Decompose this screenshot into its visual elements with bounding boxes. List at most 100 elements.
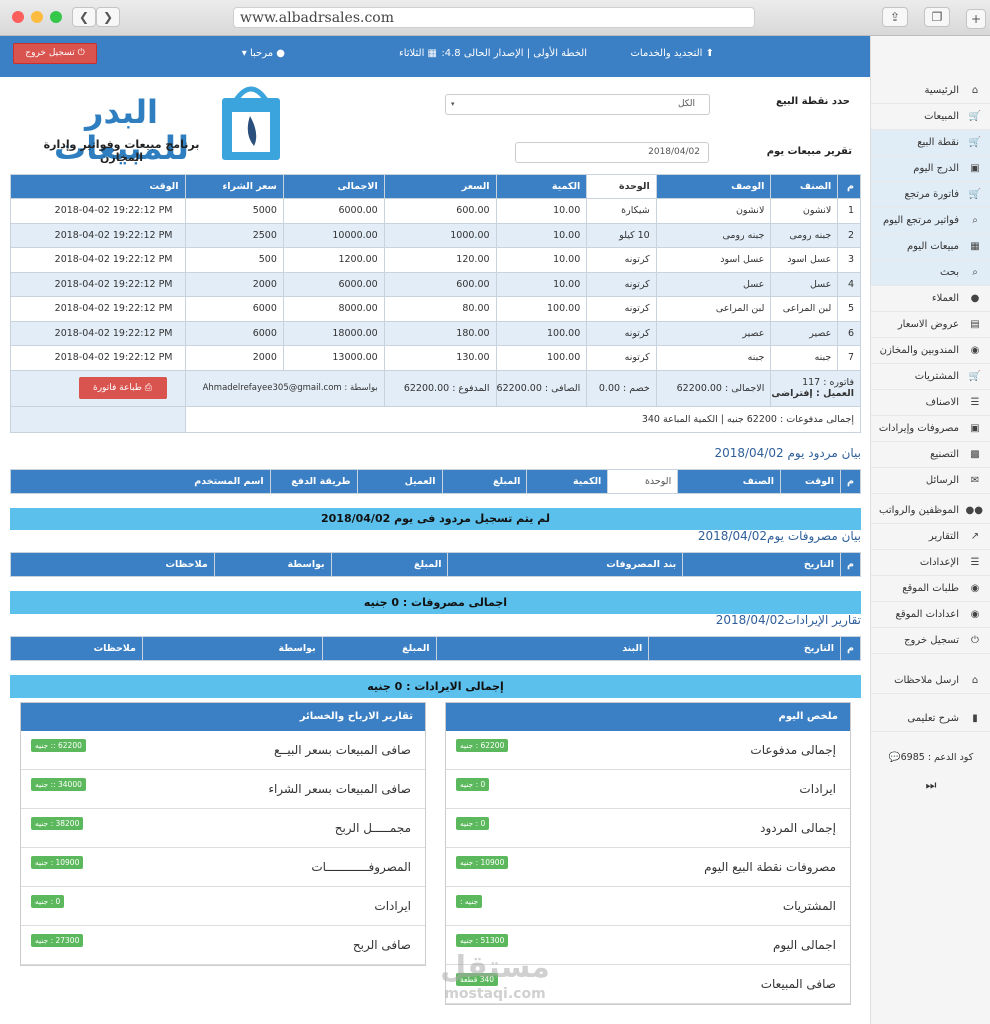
list-icon: ☰	[970, 397, 980, 408]
collapse-sidebar-icon[interactable]: ⏭	[871, 778, 990, 793]
address-bar[interactable]: www.albadrsales.com	[233, 7, 755, 28]
expenses-header-cell: بند المصروفات	[447, 552, 684, 577]
table-row: 2 جبنه رومى جبنه رومى 10 كيلو 10.00 1000.00 10…	[10, 222, 861, 248]
top-navbar: ⬆ التجديد والخدمات الخطة الأولى | الإصدا…	[0, 36, 870, 77]
expenses-title: بيان مصروفات يوم2018/04/02	[697, 529, 861, 543]
value-badge: جنيه :	[456, 895, 483, 908]
sidebar-item[interactable]: ⌂ الرئيسية	[871, 78, 990, 104]
home-icon: ⌂	[971, 85, 979, 96]
returns-header-cell: اسم المستخدم	[10, 469, 271, 494]
logout-button[interactable]: ⏻ تسجيل خروج	[13, 43, 97, 64]
sidebar-item[interactable]: ▣ مصروفات وإيرادات	[871, 416, 990, 442]
sidebar-item-label: الرئيسية	[924, 85, 959, 96]
sidebar-item[interactable]: 🛒 المبيعات	[871, 104, 990, 130]
table-cell: 10.00	[495, 247, 588, 273]
maximize-window-icon[interactable]	[50, 11, 62, 23]
value-badge: 10900 : جنيه	[456, 856, 509, 869]
sidebar-item[interactable]: ▩ التصنيع	[871, 442, 990, 468]
select-arrow-icon: ▾	[451, 100, 455, 108]
row-label: إجمالى مدفوعات	[750, 743, 836, 757]
book-icon: ▮	[972, 713, 978, 724]
revenues-header-cell: البند	[435, 636, 650, 661]
globe-icon: ◉	[970, 609, 980, 620]
table-cell: عسل	[770, 271, 839, 297]
forward-button[interactable]: ❯	[96, 7, 120, 27]
day-text: ▦ الثلاثاء	[399, 48, 437, 59]
sidebar-item-label: فواتير مرتجع اليوم	[882, 215, 959, 226]
expenses-header-cell: المبلغ	[330, 552, 449, 577]
sidebar-item[interactable]: 🛒 فاتورة مرتجع	[871, 182, 990, 208]
table-cell: عسل اسود	[655, 247, 772, 273]
sales-header-cell: الوقت	[10, 174, 186, 199]
sidebar-item-label: اعدادات الموقع	[895, 609, 959, 620]
total-text: الاجمالى : 62200.00	[655, 369, 772, 407]
payments-footer-text: إجمالى مدفوعات : 62200 جنيه | الكمية الم…	[184, 405, 861, 433]
sidebar-item[interactable]: ●● الموظفين والرواتب	[871, 498, 990, 524]
day_summary-row: إجمالى المردود 0 : جنيه	[446, 809, 850, 848]
back-button[interactable]: ❮	[72, 7, 96, 27]
browser-toolbar: ❮ ❯ www.albadrsales.com ⇪ ❐ +	[0, 0, 990, 36]
sales-header-cell: الصنف	[770, 174, 839, 199]
table-cell: عصير	[770, 320, 839, 346]
pos-select[interactable]: الكل ▾	[445, 94, 710, 115]
client-name: العميل : إفتراضى	[771, 388, 854, 399]
print-invoice-button[interactable]: ⎙ طباعة فاتورة	[78, 377, 167, 399]
profit-row: ايرادات 0 : جنيه	[21, 887, 425, 926]
table-cell: 10.00	[495, 198, 588, 224]
support-code-label: كود الدعم : 6985	[900, 752, 974, 763]
table-cell: 2018-04-02 19:22:12 PM	[10, 271, 186, 297]
sidebar-item[interactable]: ⌂ ارسل ملاحظات	[871, 668, 990, 694]
row-label: صافى المبيعات	[760, 977, 836, 991]
sales-header-cell: الوحدة	[586, 174, 657, 199]
close-window-icon[interactable]	[12, 11, 24, 23]
table-cell: 10.00	[495, 271, 588, 297]
row-label: صافى المبيعات بسعر البيــع	[273, 743, 411, 757]
sidebar-item[interactable]: ⏻ تسجيل خروج	[871, 628, 990, 654]
welcome-menu[interactable]: ● مرحبا ▾	[242, 48, 285, 59]
sidebar-item[interactable]: ◉ طلبات الموقع	[871, 576, 990, 602]
sidebar-item[interactable]: ◉ المندوبين والمخازن	[871, 338, 990, 364]
report-date-input[interactable]: 2018/04/02	[515, 142, 709, 163]
net-text: الصافى : 62200.00	[495, 369, 588, 407]
sidebar-item-label: مصروفات وإيرادات	[878, 423, 959, 434]
sidebar-item-label: تسجيل خروج	[904, 635, 959, 646]
sidebar-item-label: التقارير	[928, 531, 959, 542]
table-cell: جبنه رومى	[770, 222, 839, 248]
sidebar-item[interactable]: ▣ الدرج اليوم	[871, 156, 990, 182]
table-cell: 2000	[184, 271, 284, 297]
renew-link[interactable]: ⬆ التجديد والخدمات	[631, 48, 715, 59]
sidebar-item-label: الاصناف	[925, 397, 959, 408]
share-icon[interactable]: ⇪	[882, 7, 908, 27]
table-cell: 2018-04-02 19:22:12 PM	[10, 320, 186, 346]
expenses-total-banner: اجمالى مصروفات : 0 جنيه	[10, 591, 861, 614]
sidebar-item[interactable]: ☰ الإعدادات	[871, 550, 990, 576]
sales-header-cell: السعر	[383, 174, 497, 199]
minimize-window-icon[interactable]	[31, 11, 43, 23]
sidebar-item[interactable]: ◉ اعدادات الموقع	[871, 602, 990, 628]
profit-title: تقارير الارباح والخسائر	[21, 703, 425, 731]
sidebar-item[interactable]: ☰ الاصناف	[871, 390, 990, 416]
sidebar-item[interactable]: ▦ مبيعات اليوم	[871, 234, 990, 260]
tabs-icon[interactable]: ❐	[924, 7, 950, 27]
sidebar-item[interactable]: ✉ الرسائل	[871, 468, 990, 494]
day_summary-row: مصروفات نقطة البيع اليوم 10900 : جنيه	[446, 848, 850, 887]
sidebar-item-label: المندوبين والمخازن	[879, 345, 959, 356]
returns-header-cell: الوقت	[780, 469, 842, 494]
sidebar-item[interactable]: ⌕ بحث	[871, 260, 990, 286]
sidebar-item[interactable]: ↗ التقارير	[871, 524, 990, 550]
sidebar-item[interactable]: ● العملاء	[871, 286, 990, 312]
sidebar-item[interactable]: ⌕ فواتير مرتجع اليوم	[871, 208, 990, 234]
sidebar-item[interactable]: ▤ عروض الاسعار	[871, 312, 990, 338]
expenses-header-cell: ملاحظات	[10, 552, 215, 577]
sidebar-item[interactable]: 🛒 المشتريات	[871, 364, 990, 390]
table-cell: عصير	[655, 320, 772, 346]
revenues-header-cell: المبلغ	[321, 636, 437, 661]
table-cell: كرتونه	[586, 345, 657, 371]
table-cell: 6000	[184, 296, 284, 322]
revenues-header-cell: ملاحظات	[10, 636, 143, 661]
sidebar-item[interactable]: 🛒 نقطة البيع	[871, 130, 990, 156]
value-badge: 38200 : جنيه	[31, 817, 84, 830]
print-cell: ⎙ طباعة فاتورة	[10, 369, 186, 407]
new-tab-icon[interactable]: +	[966, 9, 986, 29]
sidebar-item[interactable]: ▮ شرح تعليمى	[871, 706, 990, 732]
